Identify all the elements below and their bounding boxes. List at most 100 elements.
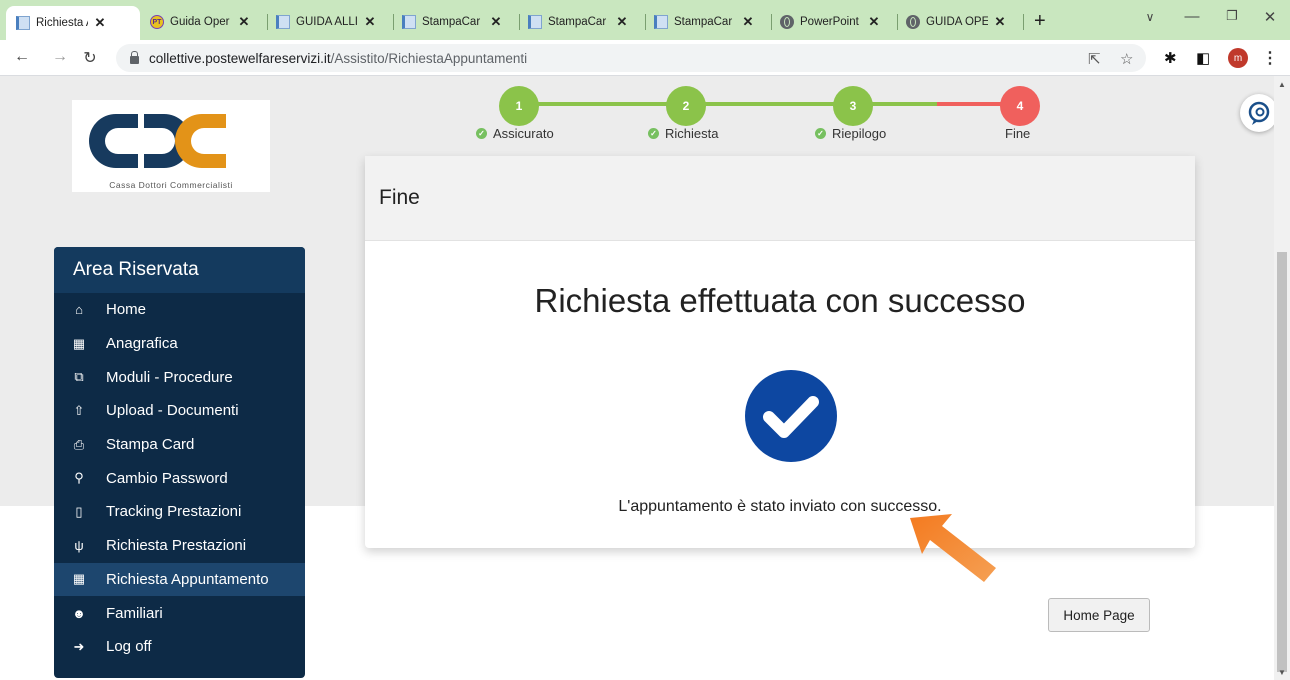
step-circle: 3: [833, 86, 873, 126]
calendar-icon: ▦: [72, 571, 86, 587]
book-icon: ▯: [75, 503, 83, 519]
sidebar-item-richiesta-appuntamento[interactable]: ▦ Richiesta Appuntamento: [54, 562, 305, 597]
address-bar: ← → ↻ collettive.postewelfareservizi.it …: [0, 40, 1290, 76]
panel-header: Fine: [365, 156, 1195, 241]
close-icon[interactable]: ✕: [866, 14, 882, 30]
url-field[interactable]: collettive.postewelfareservizi.it /Assis…: [116, 44, 1146, 72]
side-panel-icon[interactable]: ◧: [1196, 49, 1210, 67]
share-icon[interactable]: ⇱: [1088, 50, 1101, 68]
sidebar-menu: Area Riservata ⌂ Home ▦ Anagrafica ⧉ Mod…: [54, 247, 305, 678]
check-icon: ✓: [815, 128, 826, 139]
browser-tab[interactable]: GUIDA OPE ✕: [896, 8, 1024, 36]
sidebar-item-label: Stampa Card: [106, 436, 195, 454]
chat-icon[interactable]: [1240, 94, 1278, 132]
sidebar-item-label: Cambio Password: [106, 469, 228, 487]
pt-icon: PT: [150, 15, 164, 29]
confirmation-panel: Fine Richiesta effettuata con successo L…: [365, 156, 1195, 548]
reload-icon[interactable]: ↻: [80, 48, 100, 68]
browser-tab-strip: Richiesta Ap ✕ PT Guida Oper ✕ GUIDA ALL…: [0, 0, 1290, 40]
minimize-icon[interactable]: —: [1182, 8, 1202, 25]
close-window-icon[interactable]: ✕: [1260, 8, 1280, 26]
check-icon: ✓: [648, 128, 659, 139]
browser-tab[interactable]: GUIDA ALLI ✕: [266, 8, 394, 36]
extensions-icon[interactable]: ✱: [1164, 49, 1177, 67]
browser-tab[interactable]: PowerPoint ✕: [770, 8, 898, 36]
scroll-down-icon[interactable]: ▼: [1278, 668, 1286, 677]
close-icon[interactable]: ✕: [740, 14, 756, 30]
sidebar-item-tracking-prestazioni[interactable]: ▯ Tracking Prestazioni: [54, 495, 305, 529]
back-icon[interactable]: ←: [12, 48, 32, 66]
doc-icon: [276, 15, 290, 29]
close-icon[interactable]: ✕: [992, 14, 1008, 30]
restore-icon[interactable]: ❐: [1222, 8, 1242, 24]
step-connector: [519, 102, 686, 106]
logo-tagline: Cassa Dottori Commercialisti: [109, 180, 233, 190]
step-label-text: Assicurato: [493, 126, 554, 141]
close-icon[interactable]: ✕: [614, 14, 630, 30]
step-label: Fine: [1005, 126, 1030, 141]
bank-icon: ▦: [72, 335, 86, 351]
tab-title: PowerPoint: [800, 16, 859, 28]
users-icon: ☻: [72, 605, 86, 621]
browser-tab[interactable]: StampaCar ✕: [392, 8, 520, 36]
close-icon[interactable]: ✕: [236, 14, 252, 30]
scrollbar-thumb[interactable]: [1277, 252, 1287, 672]
tab-title: GUIDA ALLI: [296, 16, 358, 28]
browser-tab[interactable]: StampaCar ✕: [518, 8, 646, 36]
step-circle: 1: [499, 86, 539, 126]
browser-menu-icon[interactable]: ⋮: [1262, 48, 1278, 68]
cdc-logo: Cassa Dottori Commercialisti: [72, 100, 270, 192]
step-label: ✓ Riepilogo: [815, 126, 886, 141]
url-host: collettive.postewelfareservizi.it: [149, 50, 331, 66]
step-label-text: Fine: [1005, 126, 1031, 141]
page-scrollbar[interactable]: ▲ ▼: [1274, 76, 1290, 680]
sidebar-item-moduli-procedure[interactable]: ⧉ Moduli - Procedure: [54, 360, 305, 394]
close-icon[interactable]: ✕: [362, 14, 378, 30]
close-icon[interactable]: ✕: [92, 15, 108, 31]
progress-stepper: 1 2 3 4 ✓ Assicurato ✓ Richiesta ✓ Riepi…: [365, 76, 1195, 156]
tab-title: Guida Oper: [170, 16, 230, 28]
check-circle-icon: [745, 370, 837, 462]
sidebar-item-cambio-password[interactable]: ⚲ Cambio Password: [54, 461, 305, 495]
step-label: ✓ Assicurato: [476, 126, 554, 141]
key-icon: ⚲: [74, 470, 84, 486]
step-label: ✓ Richiesta: [648, 126, 718, 141]
success-title: Richiesta effettuata con successo: [534, 282, 1026, 319]
tab-search-icon[interactable]: ∨: [1140, 10, 1160, 24]
tab-title: GUIDA OPE: [926, 16, 988, 28]
new-tab-icon[interactable]: +: [1034, 10, 1046, 33]
sidebar-item-label: Familiari: [106, 604, 163, 622]
page-viewport: Cassa Dottori Commercialisti Area Riserv…: [0, 76, 1278, 680]
step-connector: [686, 102, 853, 106]
globe-icon: [780, 15, 794, 29]
lock-icon: [130, 51, 139, 64]
browser-tab[interactable]: StampaCar ✕: [644, 8, 772, 36]
sidebar-item-upload-documenti[interactable]: ⇧ Upload - Documenti: [54, 394, 305, 428]
cdc-logo-mark: [89, 114, 226, 168]
doc-icon: [402, 15, 416, 29]
sidebar-item-familiari[interactable]: ☻ Familiari: [54, 596, 305, 630]
sidebar-item-log-off[interactable]: ➜ Log off: [54, 630, 305, 664]
sidebar-item-stampa-card[interactable]: ⎙ Stampa Card: [54, 428, 305, 462]
copy-icon: ⧉: [74, 369, 84, 385]
scroll-up-icon[interactable]: ▲: [1278, 80, 1286, 89]
tab-title: StampaCar: [422, 16, 481, 28]
url-path: /Assistito/RichiestaAppuntamenti: [330, 50, 528, 66]
browser-tab[interactable]: Richiesta Ap ✕: [6, 6, 140, 40]
sidebar-item-anagrafica[interactable]: ▦ Anagrafica: [54, 327, 305, 361]
profile-avatar[interactable]: m: [1228, 48, 1248, 68]
step-circle: 4: [1000, 86, 1040, 126]
bookmark-star-icon[interactable]: ☆: [1120, 50, 1133, 68]
annotation-arrow-icon: [910, 514, 996, 582]
sidebar-item-richiesta-prestazioni[interactable]: ψ Richiesta Prestazioni: [54, 529, 305, 563]
sidebar-item-label: Log off: [106, 638, 152, 656]
home-page-button[interactable]: Home Page: [1048, 598, 1150, 632]
sidebar-item-label: Tracking Prestazioni: [106, 503, 242, 521]
browser-tab[interactable]: PT Guida Oper ✕: [140, 8, 268, 36]
forward-icon[interactable]: →: [50, 48, 70, 66]
close-icon[interactable]: ✕: [488, 14, 504, 30]
sidebar-item-home[interactable]: ⌂ Home: [54, 293, 305, 327]
doc-icon: [654, 15, 668, 29]
tab-divider: [1023, 14, 1024, 30]
sidebar-title: Area Riservata: [54, 247, 305, 293]
